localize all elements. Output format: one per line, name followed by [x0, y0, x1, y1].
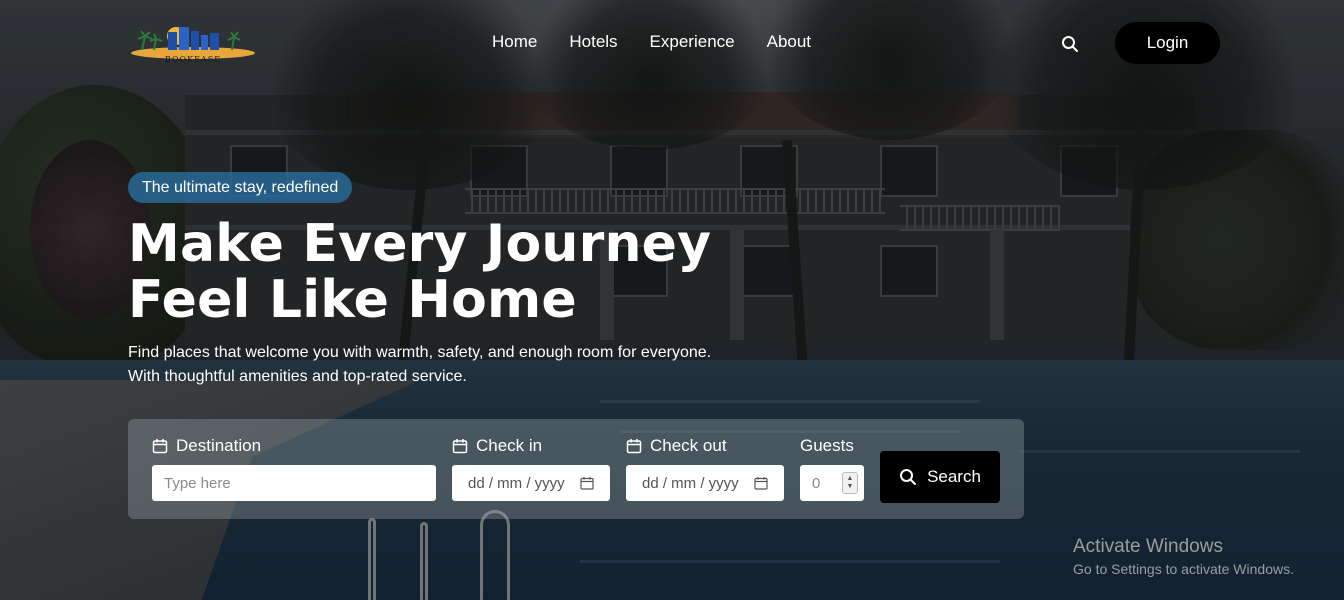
stepper-down-icon[interactable]: ▼	[847, 483, 854, 491]
hero-title: Make Every Journey Feel Like Home	[128, 216, 828, 328]
nav-about-link[interactable]: About	[767, 32, 811, 52]
search-icon	[900, 469, 917, 485]
guests-value: 0	[812, 474, 821, 492]
calendar-icon	[626, 439, 642, 454]
calendar-picker-icon[interactable]	[580, 476, 594, 490]
main-nav: Home Hotels Experience About	[492, 32, 811, 52]
destination-placeholder: Type here	[164, 474, 231, 492]
activate-windows-title: Activate Windows	[1073, 536, 1223, 557]
check-in-label: Check in	[452, 436, 542, 456]
check-out-placeholder: dd / mm / yyyy	[642, 474, 739, 492]
calendar-icon	[152, 439, 168, 454]
calendar-picker-icon[interactable]	[754, 476, 768, 490]
nav-hotels-link[interactable]: Hotels	[569, 32, 617, 52]
hero-subtitle-line-2: With thoughtful amenities and top-rated …	[128, 368, 467, 385]
check-out-label: Check out	[626, 436, 727, 456]
nav-experience-link[interactable]: Experience	[650, 32, 735, 52]
svg-text:BOOKEASE: BOOKEASE	[165, 55, 221, 64]
nav-home-link[interactable]: Home	[492, 32, 537, 52]
hero-subtitle: Find places that welcome you with warmth…	[128, 341, 848, 389]
search-button[interactable]: Search	[880, 451, 1000, 503]
guests-stepper[interactable]: ▲ ▼	[842, 472, 858, 494]
activate-windows-subtitle: Go to Settings to activate Windows.	[1073, 561, 1294, 577]
hero-subtitle-line-1: Find places that welcome you with warmth…	[128, 344, 712, 361]
stepper-up-icon[interactable]: ▲	[847, 475, 854, 483]
guests-number-input[interactable]: 0 ▲ ▼	[800, 465, 864, 501]
calendar-icon	[452, 439, 468, 454]
tagline-badge: The ultimate stay, redefined	[128, 172, 353, 203]
hero-title-line-1: Make Every Journey	[128, 214, 712, 274]
check-in-date-input[interactable]: dd / mm / yyyy	[452, 465, 610, 501]
brand-logo[interactable]: BOOKEASE	[128, 22, 258, 64]
check-in-placeholder: dd / mm / yyyy	[468, 474, 565, 492]
check-out-date-input[interactable]: dd / mm / yyyy	[626, 465, 784, 501]
search-icon[interactable]	[1060, 34, 1080, 54]
destination-label: Destination	[152, 436, 261, 456]
search-button-label: Search	[927, 467, 981, 486]
login-button[interactable]: Login	[1115, 22, 1220, 64]
destination-input[interactable]: Type here	[152, 465, 436, 501]
hero-title-line-2: Feel Like Home	[128, 270, 577, 330]
guests-label: Guests	[800, 436, 854, 455]
